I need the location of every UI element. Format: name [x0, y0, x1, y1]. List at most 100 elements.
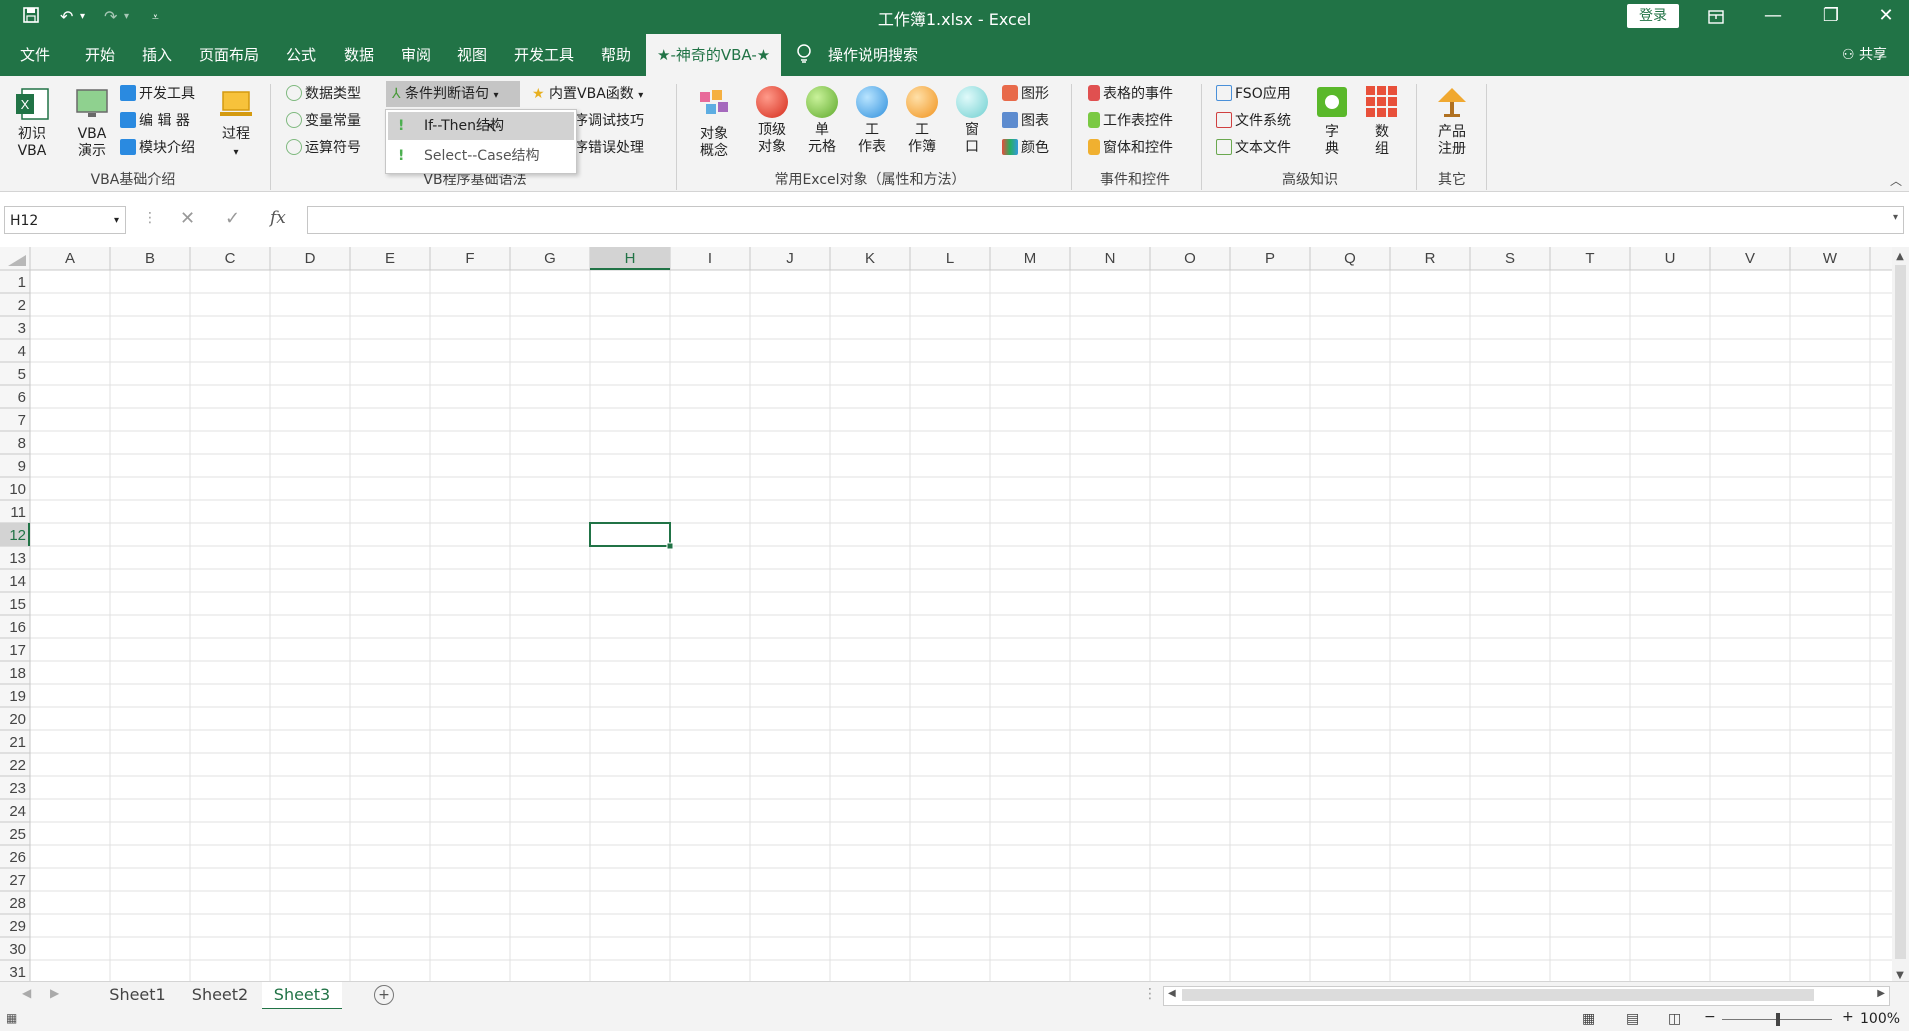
- insert-function-icon[interactable]: fx: [270, 208, 286, 228]
- column-header-M[interactable]: M: [1024, 250, 1037, 267]
- sheet-tab-3[interactable]: Sheet3: [262, 982, 342, 1011]
- vba-demo-button[interactable]: VBA 演示: [72, 86, 112, 160]
- scroll-sheets-right-icon[interactable]: ▶: [50, 986, 59, 1000]
- column-header-K[interactable]: K: [865, 250, 875, 267]
- tab-page-layout[interactable]: 页面布局: [197, 34, 261, 76]
- tab-home[interactable]: 开始: [83, 34, 117, 76]
- row-header-24[interactable]: 24: [9, 803, 26, 820]
- column-header-N[interactable]: N: [1105, 250, 1116, 267]
- expand-formula-bar-icon[interactable]: ▾: [1893, 212, 1898, 223]
- tab-file[interactable]: 文件: [18, 34, 52, 76]
- row-header-12[interactable]: 12: [9, 527, 26, 544]
- row-header-26[interactable]: 26: [9, 849, 26, 866]
- add-sheet-icon[interactable]: +: [374, 985, 394, 1005]
- row-header-1[interactable]: 1: [18, 274, 26, 291]
- row-header-9[interactable]: 9: [18, 458, 26, 475]
- debug-tips-item[interactable]: 序调试技巧: [574, 110, 644, 132]
- scroll-up-icon[interactable]: ▲: [1896, 251, 1904, 262]
- select-case-menu-item[interactable]: ! Select--Case结构: [388, 142, 574, 170]
- tell-me-search[interactable]: 操作说明搜索: [826, 34, 920, 76]
- object-concept-button[interactable]: 对象 概念: [694, 86, 734, 160]
- workbook-button[interactable]: 工 作簿: [902, 86, 942, 156]
- form-controls-item[interactable]: 窗体和控件: [1088, 137, 1173, 159]
- scroll-sheets-left-icon[interactable]: ◀: [22, 986, 31, 1000]
- column-header-B[interactable]: B: [145, 250, 155, 267]
- colors-item[interactable]: 颜色: [1002, 137, 1049, 159]
- window-button[interactable]: 窗 口: [952, 86, 992, 156]
- if-then-menu-item[interactable]: ! If--Then结构 ↖: [388, 112, 574, 140]
- row-header-4[interactable]: 4: [18, 343, 26, 360]
- tab-data[interactable]: 数据: [342, 34, 376, 76]
- column-header-S[interactable]: S: [1505, 250, 1515, 267]
- process-button[interactable]: 过程 ▾: [216, 86, 256, 161]
- share-button[interactable]: ⚇ 共享: [1840, 34, 1889, 76]
- login-button[interactable]: 登录: [1627, 4, 1679, 28]
- worksheet-button[interactable]: 工 作表: [852, 86, 892, 156]
- tab-magic-vba[interactable]: ★-神奇的VBA-★: [646, 34, 782, 76]
- sheet-tab-2[interactable]: Sheet2: [180, 982, 260, 1008]
- conditional-statement-button[interactable]: ⅄ 条件判断语句 ▾: [386, 81, 520, 107]
- sheet-events-item[interactable]: 表格的事件: [1088, 83, 1173, 105]
- column-header-P[interactable]: P: [1265, 250, 1275, 267]
- column-header-R[interactable]: R: [1425, 250, 1436, 267]
- worksheet-grid[interactable]: A B C D E F G H I J K L M N O P Q R S T U V W 1 2 3 4 5 6 7 8 9 10 11 12 13…: [0, 247, 1909, 981]
- column-header-A[interactable]: A: [65, 250, 75, 267]
- close-icon[interactable]: ✕: [1863, 0, 1909, 34]
- row-header-3[interactable]: 3: [18, 320, 26, 337]
- row-header-25[interactable]: 25: [9, 826, 26, 843]
- tab-formulas[interactable]: 公式: [284, 34, 318, 76]
- row-header-31[interactable]: 31: [9, 964, 26, 981]
- row-header-23[interactable]: 23: [9, 780, 26, 797]
- tab-view[interactable]: 视图: [455, 34, 489, 76]
- minimize-icon[interactable]: —: [1750, 0, 1796, 34]
- column-header-G[interactable]: G: [544, 250, 556, 267]
- column-header-L[interactable]: L: [946, 250, 954, 267]
- scroll-down-icon[interactable]: ▼: [1896, 970, 1904, 981]
- tab-review[interactable]: 审阅: [399, 34, 433, 76]
- row-header-8[interactable]: 8: [18, 435, 26, 452]
- column-header-W[interactable]: W: [1823, 250, 1838, 267]
- shapes-item[interactable]: 图形: [1002, 83, 1049, 105]
- row-header-15[interactable]: 15: [9, 596, 26, 613]
- page-layout-view-icon[interactable]: ▤: [1626, 1011, 1639, 1027]
- sheet-controls-item[interactable]: 工作表控件: [1088, 110, 1173, 132]
- enter-icon[interactable]: ✓: [225, 208, 240, 229]
- row-header-10[interactable]: 10: [9, 481, 26, 498]
- restore-icon[interactable]: ❐: [1808, 0, 1854, 34]
- fso-item[interactable]: FSO应用: [1216, 83, 1291, 105]
- page-break-view-icon[interactable]: ◫: [1668, 1011, 1681, 1027]
- horizontal-scrollbar[interactable]: ◀ ▶: [1163, 986, 1890, 1006]
- scroll-left-icon[interactable]: ◀: [1168, 988, 1176, 999]
- operators-item[interactable]: 运算符号: [286, 137, 361, 159]
- name-box[interactable]: H12 ▾: [4, 206, 126, 234]
- row-header-5[interactable]: 5: [18, 366, 26, 383]
- tab-split-grip-icon[interactable]: ⋮: [1143, 986, 1157, 1002]
- tab-insert[interactable]: 插入: [140, 34, 174, 76]
- macro-record-icon[interactable]: ▦: [6, 1011, 17, 1025]
- row-header-11[interactable]: 11: [10, 504, 26, 521]
- editor-item[interactable]: 编 辑 器: [120, 110, 190, 132]
- row-header-22[interactable]: 22: [9, 757, 26, 774]
- cell-button[interactable]: 单 元格: [802, 86, 842, 156]
- row-header-19[interactable]: 19: [9, 688, 26, 705]
- row-header-28[interactable]: 28: [9, 895, 26, 912]
- dev-tools-item[interactable]: 开发工具: [120, 83, 195, 105]
- row-header-30[interactable]: 30: [9, 941, 26, 958]
- error-handling-item[interactable]: 序错误处理: [574, 137, 644, 159]
- row-header-14[interactable]: 14: [9, 573, 26, 590]
- product-register-button[interactable]: 产品 注册: [1431, 84, 1473, 158]
- collapse-ribbon-icon[interactable]: ︿: [1890, 172, 1902, 189]
- ribbon-display-options-icon[interactable]: [1693, 0, 1739, 34]
- text-file-item[interactable]: 文本文件: [1216, 137, 1291, 159]
- normal-view-icon[interactable]: ▦: [1582, 1011, 1595, 1027]
- data-types-item[interactable]: 数据类型: [286, 83, 361, 105]
- array-button[interactable]: 数 组: [1362, 84, 1402, 158]
- zoom-out-icon[interactable]: −: [1704, 1009, 1716, 1025]
- row-header-27[interactable]: 27: [9, 872, 26, 889]
- vertical-scroll-thumb[interactable]: [1895, 265, 1906, 959]
- zoom-slider-handle[interactable]: [1776, 1013, 1780, 1026]
- row-header-7[interactable]: 7: [18, 412, 26, 429]
- builtin-functions-item[interactable]: ★ 内置VBA函数 ▾: [532, 83, 643, 105]
- row-header-18[interactable]: 18: [9, 665, 26, 682]
- column-header-Q[interactable]: Q: [1344, 250, 1356, 267]
